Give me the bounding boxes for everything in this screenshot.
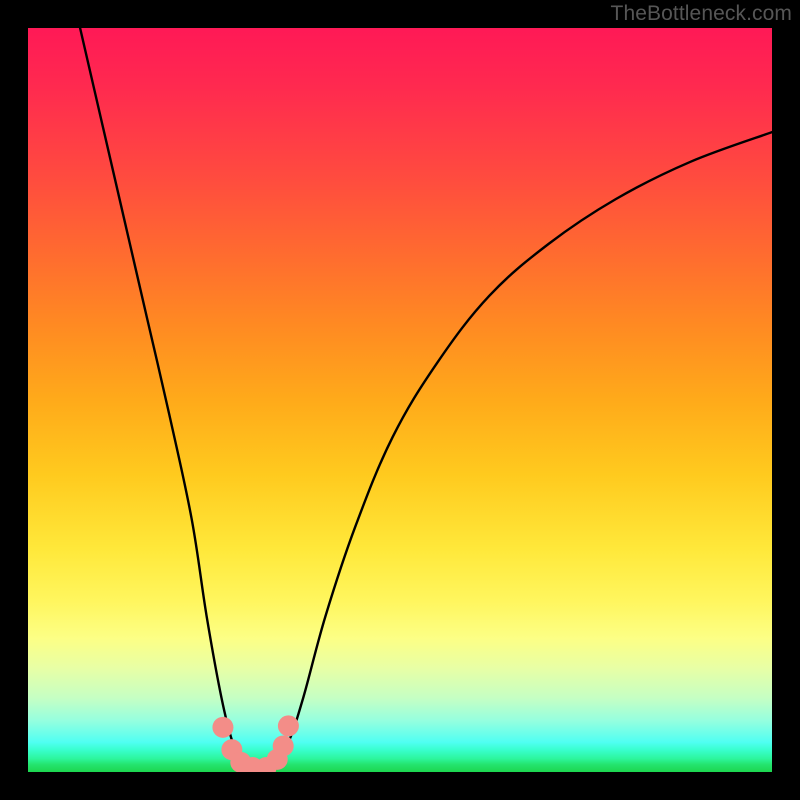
watermark-text: TheBottleneck.com — [611, 2, 792, 26]
chart-svg-layer — [28, 28, 772, 772]
chart-plot-area — [28, 28, 772, 772]
trough-marker — [273, 735, 294, 756]
bottleneck-curve — [80, 28, 772, 772]
trough-marker — [212, 717, 233, 738]
trough-marker — [278, 715, 299, 736]
